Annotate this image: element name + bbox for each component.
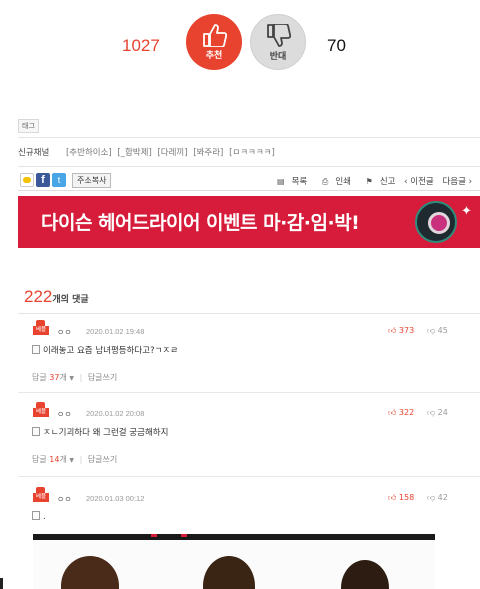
comment-date: 2020.01.03 00:12 bbox=[86, 494, 145, 503]
channel-link[interactable]: [_합박제] bbox=[117, 148, 151, 158]
print-label: 인쇄 bbox=[335, 177, 351, 187]
new-channel-label: 신규채널 bbox=[18, 148, 50, 158]
sparkle-icon: ✦ bbox=[461, 204, 472, 219]
kakao-share-icon[interactable] bbox=[20, 173, 34, 187]
channel-link[interactable]: [추반하이소] bbox=[66, 148, 112, 158]
report-link[interactable]: ⚑ 신고 bbox=[360, 177, 396, 187]
next-post-link[interactable]: 다음글 › bbox=[442, 177, 472, 187]
banner-text: 다이슨 헤어드라이어 이벤트 마·감·임·박! bbox=[41, 212, 360, 234]
new-channel-row: 신규채널 [추반하이소] [_합박제] [다레끼] [봐주라] [ㅁㅋㅋㅋㅋ] bbox=[18, 146, 278, 158]
write-reply-link[interactable]: 답글쓰기 bbox=[88, 373, 117, 382]
best-comment-badge: 베플 bbox=[33, 320, 49, 336]
tag-badge: 태그 bbox=[18, 119, 39, 133]
recommend-button[interactable]: 추천 bbox=[186, 14, 242, 70]
comment-oppose[interactable]: 👎︎ 24 bbox=[427, 408, 448, 418]
divider bbox=[18, 313, 480, 314]
recommend-count: 1027 bbox=[122, 36, 160, 55]
comment-body: ㅈㄴ기괴하다 왜 그런걸 궁금해하지 bbox=[32, 426, 168, 438]
channel-link[interactable]: [봐주라] bbox=[193, 148, 223, 158]
divider bbox=[18, 137, 480, 138]
report-icon: ⚑ bbox=[365, 177, 373, 186]
portrait-3 bbox=[341, 560, 389, 589]
twitter-share-icon[interactable]: t bbox=[52, 173, 66, 187]
comment-reply-row: 답글 14개 ▼ | 답글쓰기 bbox=[32, 455, 118, 464]
chevron-down-icon: ▼ bbox=[69, 375, 75, 382]
prev-post-link[interactable]: ‹ 이전글 bbox=[404, 177, 434, 187]
comment-count-label: 개의 댓글 bbox=[52, 295, 89, 305]
comment-reply-row: 답글 37개 ▼ | 답글쓰기 bbox=[32, 373, 118, 382]
thumbs-down-icon: 👎︎ bbox=[427, 408, 436, 417]
divider bbox=[18, 190, 480, 191]
thumbs-down-icon: 👎︎ bbox=[427, 326, 436, 335]
divider bbox=[18, 392, 480, 393]
comment-author[interactable]: ㅇㅇ bbox=[57, 494, 72, 505]
comment-recommend[interactable]: 👍︎ 158 bbox=[388, 493, 414, 503]
comment-body: 이래놓고 요즘 남녀평등하다고?ㄱㅈㄹ bbox=[32, 344, 178, 356]
post-actions: ▤ 목록 ⎙ 인쇄 ⚑ 신고 ‹ 이전글 다음글 › bbox=[265, 175, 472, 187]
list-label: 목록 bbox=[291, 177, 308, 187]
portrait-2 bbox=[203, 556, 255, 589]
share-row: f t 주소복사 bbox=[20, 172, 112, 188]
comment-date: 2020.01.02 20:08 bbox=[86, 409, 145, 418]
thumbs-up-icon: 👍︎ bbox=[388, 408, 397, 417]
hair-dryer-icon bbox=[415, 201, 457, 243]
portrait-1 bbox=[61, 556, 119, 589]
list-icon: ▤ bbox=[277, 177, 285, 186]
chevron-down-icon: ▼ bbox=[69, 457, 75, 464]
best-comment-badge: 베플 bbox=[33, 487, 49, 503]
copy-url-button[interactable]: 주소복사 bbox=[72, 172, 112, 188]
thumbs-down-icon bbox=[267, 24, 291, 47]
best-comment-badge: 베플 bbox=[33, 402, 49, 418]
comment-count: 222 bbox=[24, 287, 53, 306]
oppose-label: 반대 bbox=[269, 52, 287, 62]
comment-body: . bbox=[32, 511, 46, 522]
oppose-button[interactable]: 반대 bbox=[250, 14, 306, 70]
document-icon bbox=[32, 345, 40, 354]
comment-recommend[interactable]: 👍︎ 373 bbox=[388, 326, 414, 336]
comment-date: 2020.01.02 19:48 bbox=[86, 327, 145, 336]
comment-attached-image bbox=[33, 534, 435, 589]
oppose-count: 70 bbox=[327, 36, 346, 55]
thumbs-up-icon: 👍︎ bbox=[388, 326, 397, 335]
print-link[interactable]: ⎙ 인쇄 bbox=[316, 177, 351, 187]
vote-area: 1027 추천 반대 70 bbox=[0, 14, 480, 76]
comment-recommend[interactable]: 👍︎ 322 bbox=[388, 408, 414, 418]
event-banner[interactable]: 다이슨 헤어드라이어 이벤트 마·감·임·박! ✦ bbox=[18, 196, 480, 248]
document-icon bbox=[32, 427, 40, 436]
comment-author[interactable]: ㅇㅇ bbox=[57, 327, 72, 338]
print-icon: ⎙ bbox=[321, 177, 329, 186]
comments-header: 222개의 댓글 bbox=[24, 287, 89, 307]
divider bbox=[18, 166, 480, 167]
reply-toggle[interactable]: 답글 14개 ▼ bbox=[32, 455, 74, 464]
channel-link[interactable]: [다레끼] bbox=[157, 148, 187, 158]
comment-oppose[interactable]: 👎︎ 42 bbox=[427, 493, 448, 503]
document-icon bbox=[32, 511, 40, 520]
channel-link[interactable]: [ㅁㅋㅋㅋㅋ] bbox=[229, 148, 275, 158]
write-reply-link[interactable]: 답글쓰기 bbox=[88, 455, 117, 464]
report-label: 신고 bbox=[379, 177, 396, 187]
thumbs-up-icon bbox=[203, 24, 227, 47]
facebook-share-icon[interactable]: f bbox=[36, 173, 50, 187]
comment-author[interactable]: ㅇㅇ bbox=[57, 409, 72, 420]
comment-oppose[interactable]: 👎︎ 45 bbox=[427, 326, 448, 336]
list-link[interactable]: ▤ 목록 bbox=[271, 177, 307, 187]
recommend-label: 추천 bbox=[205, 51, 223, 61]
thumbs-down-icon: 👎︎ bbox=[427, 493, 436, 502]
divider bbox=[18, 476, 480, 477]
reply-toggle[interactable]: 답글 37개 ▼ bbox=[32, 373, 74, 382]
thumbs-up-icon: 👍︎ bbox=[388, 493, 397, 502]
